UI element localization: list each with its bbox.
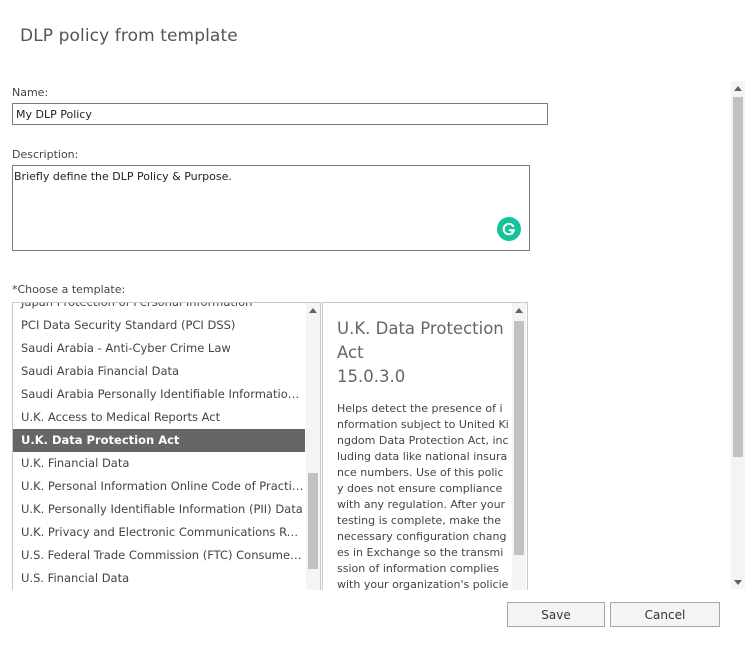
name-label: Name:	[12, 86, 49, 99]
save-button[interactable]: Save	[507, 602, 605, 627]
template-item[interactable]: U.K. Personally Identifiable Information…	[13, 498, 305, 521]
template-item[interactable]: Saudi Arabia - Anti-Cyber Crime Law	[13, 337, 305, 360]
template-list-scrollbar[interactable]	[306, 303, 320, 590]
scroll-down-arrow-icon[interactable]	[731, 575, 745, 589]
template-item[interactable]: U.K. Access to Medical Reports Act	[13, 406, 305, 429]
template-details-pane: U.K. Data Protection Act 15.0.3.0 Helps …	[322, 302, 528, 590]
template-item[interactable]: Japan Protection of Personal Information	[13, 303, 305, 314]
template-item[interactable]: Saudi Arabia Financial Data	[13, 360, 305, 383]
template-item[interactable]: U.S. Federal Trade Commission (FTC) Cons…	[13, 544, 305, 567]
dialog-scrollbar[interactable]	[731, 81, 745, 589]
template-item[interactable]: U.K. Personal Information Online Code of…	[13, 475, 305, 498]
scroll-up-arrow-icon[interactable]	[731, 81, 745, 95]
grammarly-icon[interactable]	[497, 217, 521, 241]
template-item[interactable]: U.K. Privacy and Electronic Communicatio…	[13, 521, 305, 544]
template-details-title: U.K. Data Protection Act	[337, 319, 504, 362]
template-list[interactable]: Japan Protection of Personal Information…	[12, 302, 321, 590]
template-item[interactable]: U.K. Financial Data	[13, 452, 305, 475]
template-details-description: Helps detect the presence of information…	[337, 402, 509, 590]
template-item[interactable]: PCI Data Security Standard (PCI DSS)	[13, 314, 305, 337]
scroll-up-arrow-icon[interactable]	[512, 303, 526, 317]
description-label: Description:	[12, 148, 79, 161]
scroll-up-arrow-icon[interactable]	[306, 303, 320, 317]
details-scroll-thumb[interactable]	[514, 321, 524, 555]
template-item-selected[interactable]: U.K. Data Protection Act	[13, 429, 305, 452]
template-item[interactable]: Saudi Arabia Personally Identifiable Inf…	[13, 383, 305, 406]
details-scrollbar[interactable]	[512, 303, 526, 590]
dialog-title: DLP policy from template	[20, 26, 238, 46]
template-list-scroll-thumb[interactable]	[308, 473, 318, 569]
template-label: *Choose a template:	[12, 283, 126, 296]
name-input[interactable]	[12, 103, 548, 125]
description-input[interactable]: Briefly define the DLP Policy & Purpose.	[12, 165, 530, 251]
cancel-button[interactable]: Cancel	[610, 602, 720, 627]
template-item[interactable]: U.S. Financial Data	[13, 567, 305, 590]
dialog-scroll-thumb[interactable]	[733, 97, 743, 457]
template-list-items: Japan Protection of Personal Information…	[13, 303, 305, 590]
template-details-version: 15.0.3.0	[337, 367, 406, 386]
